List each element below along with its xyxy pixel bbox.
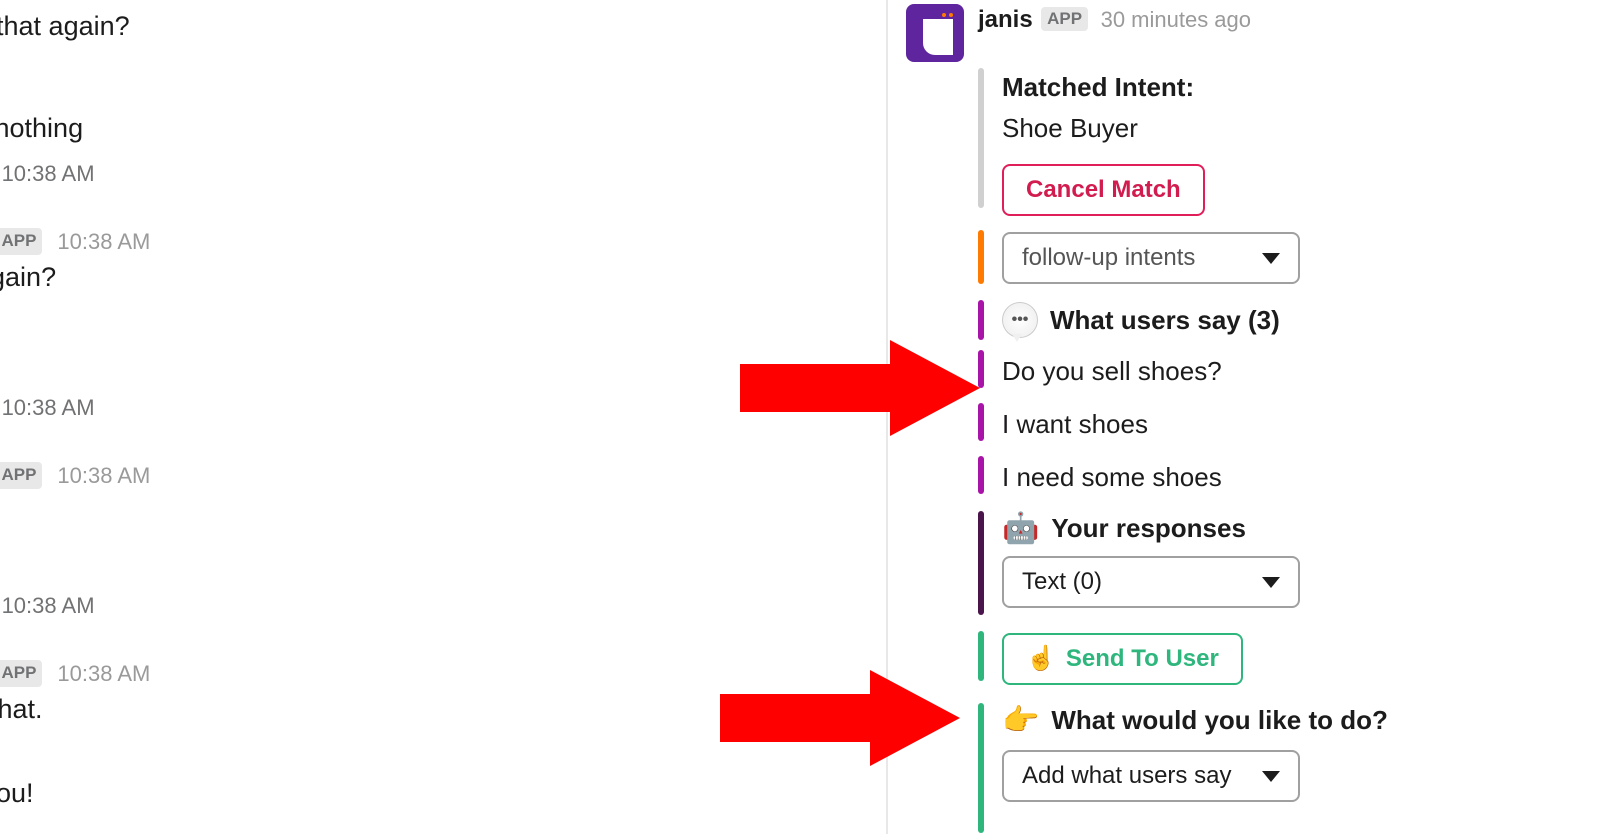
message-timestamp: y at 10:38 AM <box>0 395 880 421</box>
training-phrase: I want shoes <box>978 403 1600 446</box>
message-text: ay that again? <box>0 8 880 44</box>
cancel-match-button[interactable]: Cancel Match <box>1002 164 1205 216</box>
agent-message-header: nt APP 10:38 AM <box>0 457 880 493</box>
training-phrase-text: Do you sell shoes? <box>1002 352 1600 391</box>
your-responses-label: Your responses <box>1051 513 1246 544</box>
chevron-down-icon <box>1262 253 1280 264</box>
thread-pane: janis APP 30 minutes ago Matched Intent:… <box>906 0 1600 834</box>
chevron-down-icon <box>1262 771 1280 782</box>
training-phrase: I need some shoes <box>978 456 1600 499</box>
message-timestamp: y at 10:38 AM <box>0 161 880 187</box>
your-responses-attachment: 🤖 Your responses Text (0) <box>978 511 1600 615</box>
what-do-attachment: 👉 What would you like to do? Add what us… <box>978 703 1600 833</box>
chevron-down-icon <box>1262 577 1280 588</box>
app-message-header: janis APP 30 minutes ago <box>906 0 1600 62</box>
message-text: n you! <box>0 775 880 811</box>
message-timestamp: y at 10:38 AM <box>0 593 880 619</box>
attachment-bar <box>978 300 984 340</box>
attachment-bar <box>978 456 984 494</box>
what-users-say-attachment: ••• What users say (3) <box>978 300 1600 340</box>
responses-select[interactable]: Text (0) <box>1002 556 1300 608</box>
app-badge: APP <box>0 660 42 687</box>
attachment-bar <box>978 511 984 615</box>
app-badge: APP <box>1041 7 1088 31</box>
select-value: Add what users say <box>1022 762 1231 790</box>
app-message-timestamp: 30 minutes ago <box>1101 7 1251 32</box>
attachment-bar <box>978 230 984 284</box>
pane-divider <box>886 0 888 834</box>
attachment-bar <box>978 631 984 681</box>
channel-messages: ay that again? vs nothing y at 10:38 AM … <box>0 0 880 834</box>
robot-icon: 🤖 <box>1002 514 1039 544</box>
matched-intent-label: Matched Intent: <box>1002 70 1600 105</box>
training-phrase-text: I need some shoes <box>1002 458 1600 497</box>
followup-intents-attachment: follow-up intents <box>978 230 1600 286</box>
attachment-bar <box>978 350 984 388</box>
message-text: et that. <box>0 691 880 727</box>
select-value: Text (0) <box>1022 568 1102 596</box>
message-text: vs nothing <box>0 110 880 146</box>
attachment-bar <box>978 68 984 208</box>
matched-intent-attachment: Matched Intent: Shoe Buyer Cancel Match <box>978 68 1600 218</box>
what-do-label: What would you like to do? <box>1051 705 1388 736</box>
matched-intent-value: Shoe Buyer <box>1002 109 1600 148</box>
app-badge: APP <box>0 228 42 255</box>
speech-bubble-icon: ••• <box>1002 302 1038 338</box>
agent-timestamp: 10:38 AM <box>57 229 150 254</box>
what-users-say-label: What users say (3) <box>1050 305 1280 336</box>
message-text: t again? <box>0 259 880 295</box>
agent-message-header: nt APP 10:38 AM <box>0 223 880 259</box>
send-to-user-attachment: ☝️ Send To User <box>978 631 1600 687</box>
attachment-bar <box>978 703 984 833</box>
app-badge: APP <box>0 462 42 489</box>
followup-intents-select[interactable]: follow-up intents <box>1002 232 1300 284</box>
agent-timestamp: 10:38 AM <box>57 661 150 686</box>
send-to-user-label: Send To User <box>1066 645 1219 673</box>
send-to-user-button[interactable]: ☝️ Send To User <box>1002 633 1243 685</box>
point-up-icon: ☝️ <box>1026 647 1056 671</box>
select-value: follow-up intents <box>1022 244 1195 272</box>
actions-select[interactable]: Add what users say <box>1002 750 1300 802</box>
training-phrase: Do you sell shoes? <box>978 350 1600 393</box>
attachment-bar <box>978 403 984 441</box>
agent-timestamp: 10:38 AM <box>57 463 150 488</box>
app-name: janis <box>978 6 1033 33</box>
agent-message-header: nt APP 10:38 AM <box>0 655 880 691</box>
point-right-icon: 👉 <box>1002 706 1039 736</box>
janis-logo-icon <box>913 11 957 55</box>
training-phrase-text: I want shoes <box>1002 405 1600 444</box>
janis-avatar <box>906 4 964 62</box>
